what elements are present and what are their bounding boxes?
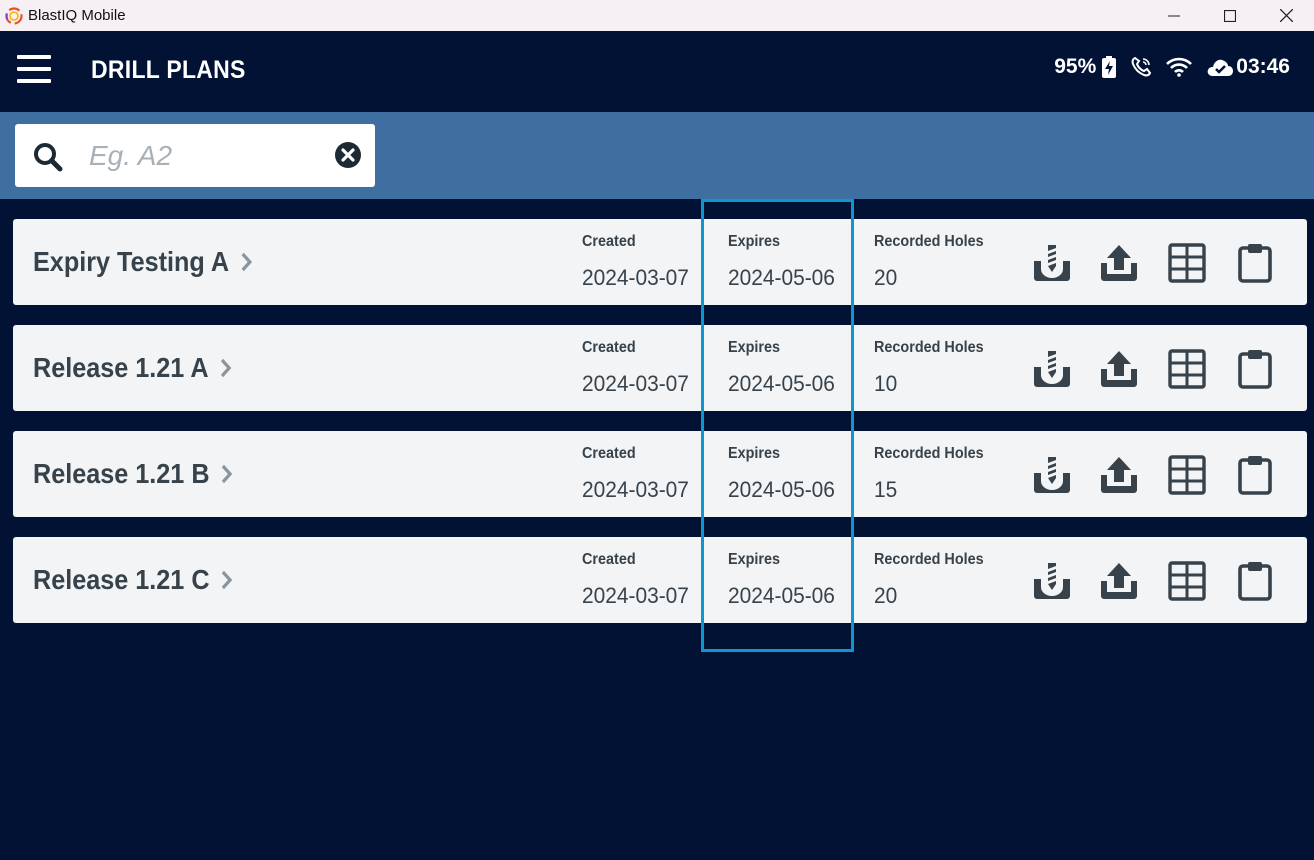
status-bar: 95% 03:46: [1054, 55, 1290, 79]
created-label: Created: [582, 233, 636, 250]
recorded-holes-label: Recorded Holes: [874, 233, 984, 250]
recorded-holes-count: 10: [874, 371, 898, 396]
maximize-icon: [1224, 9, 1236, 22]
plan-row[interactable]: Release 1.21 B Created 2024-03-07 Expire…: [13, 431, 1307, 517]
blastiq-logo-icon: [5, 6, 23, 25]
close-icon: [1279, 9, 1293, 22]
battery-percentage: 95%: [1054, 55, 1097, 78]
plan-name-link[interactable]: Release 1.21 A: [33, 352, 232, 384]
created-label: Created: [582, 445, 636, 462]
expires-date: 2024-05-06: [728, 265, 835, 290]
plan-row[interactable]: Expiry Testing A Created 2024-03-07 Expi…: [13, 219, 1307, 305]
window-title: BlastIQ Mobile: [28, 7, 126, 24]
plan-name-link[interactable]: Expiry Testing A: [33, 246, 252, 278]
expires-date: 2024-05-06: [728, 583, 835, 608]
plan-name-link[interactable]: Release 1.21 B: [33, 458, 233, 490]
plan-name: Release 1.21 A: [33, 352, 209, 383]
recorded-holes-label: Recorded Holes: [874, 551, 984, 568]
recorded-holes-label: Recorded Holes: [874, 445, 984, 462]
phone-icon: [1131, 56, 1152, 77]
grid-icon[interactable]: [1167, 349, 1207, 389]
chevron-right-icon: [221, 570, 233, 590]
chevron-right-icon: [221, 464, 233, 484]
search-box: [15, 124, 375, 187]
plan-row[interactable]: Release 1.21 C Created 2024-03-07 Expire…: [13, 537, 1307, 623]
plan-name-link[interactable]: Release 1.21 C: [33, 564, 233, 596]
grid-icon[interactable]: [1167, 561, 1207, 601]
clipboard-icon[interactable]: [1235, 455, 1275, 495]
expires-label: Expires: [728, 339, 781, 356]
clipboard-icon[interactable]: [1235, 243, 1275, 283]
recorded-holes-label: Recorded Holes: [874, 339, 984, 356]
search-icon: [34, 143, 63, 172]
grid-icon[interactable]: [1167, 243, 1207, 283]
recorded-holes-count: 20: [874, 583, 898, 608]
window-titlebar: BlastIQ Mobile: [0, 0, 1314, 31]
recorded-holes-count: 15: [874, 477, 898, 502]
created-date: 2024-03-07: [582, 371, 689, 396]
hamburger-menu-icon[interactable]: [17, 55, 51, 83]
wifi-icon: [1166, 57, 1193, 77]
minimize-icon: [1168, 15, 1180, 16]
upload-icon[interactable]: [1099, 561, 1139, 601]
page-title: DRILL PLANS: [91, 56, 246, 84]
drill-icon[interactable]: [1032, 243, 1072, 283]
plan-name: Expiry Testing A: [33, 246, 230, 277]
app-header: DRILL PLANS 95% 03:46: [0, 31, 1314, 112]
battery-charging-icon: [1102, 56, 1117, 78]
drill-icon[interactable]: [1032, 455, 1072, 495]
chevron-right-icon: [221, 358, 232, 378]
created-date: 2024-03-07: [582, 583, 689, 608]
expires-label: Expires: [728, 233, 781, 250]
search-input[interactable]: [87, 134, 331, 178]
clipboard-icon[interactable]: [1235, 561, 1275, 601]
clock: 03:46: [1236, 55, 1290, 78]
maximize-button[interactable]: [1202, 0, 1258, 31]
plan-name: Release 1.21 B: [33, 458, 210, 489]
upload-icon[interactable]: [1099, 243, 1139, 283]
expires-label: Expires: [728, 551, 781, 568]
created-date: 2024-03-07: [582, 477, 689, 502]
search-bar: [0, 112, 1314, 199]
expires-date: 2024-05-06: [728, 371, 835, 396]
plan-name: Release 1.21 C: [33, 564, 210, 595]
clear-circle-icon[interactable]: [334, 141, 362, 169]
clipboard-icon[interactable]: [1235, 349, 1275, 389]
expires-date: 2024-05-06: [728, 477, 835, 502]
minimize-button[interactable]: [1146, 0, 1202, 31]
upload-icon[interactable]: [1099, 455, 1139, 495]
created-date: 2024-03-07: [582, 265, 689, 290]
drill-icon[interactable]: [1032, 561, 1072, 601]
grid-icon[interactable]: [1167, 455, 1207, 495]
chevron-right-icon: [241, 252, 252, 272]
drill-icon[interactable]: [1032, 349, 1072, 389]
plan-row[interactable]: Release 1.21 A Created 2024-03-07 Expire…: [13, 325, 1307, 411]
upload-icon[interactable]: [1099, 349, 1139, 389]
created-label: Created: [582, 551, 636, 568]
cloud-done-icon: [1207, 59, 1234, 76]
expires-label: Expires: [728, 445, 781, 462]
close-window-button[interactable]: [1258, 0, 1314, 31]
created-label: Created: [582, 339, 636, 356]
recorded-holes-count: 20: [874, 265, 898, 290]
